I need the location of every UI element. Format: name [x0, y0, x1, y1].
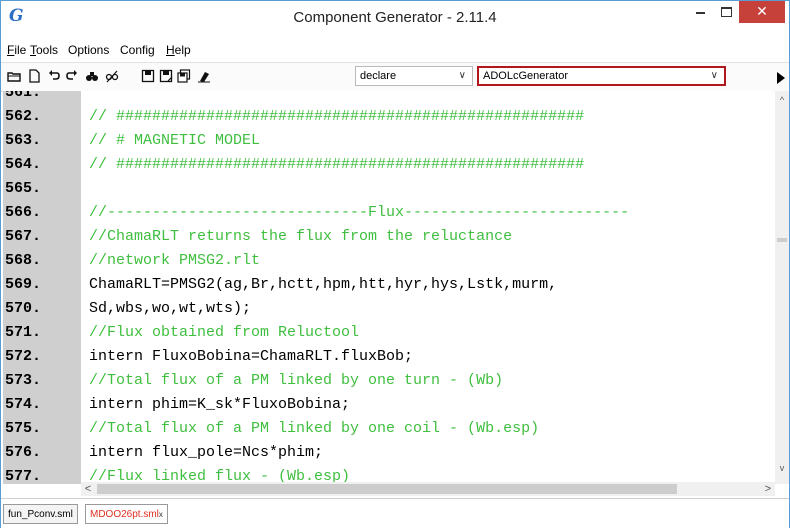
declare-select[interactable]: declare ∨	[355, 66, 473, 86]
line-number: 577.	[5, 468, 42, 484]
code-line[interactable]: 574. intern phim=K_sk*FluxoBobina;	[3, 393, 775, 417]
menu-bar: File Tools Options Config Help	[1, 41, 789, 59]
menu-tools[interactable]: Tools	[30, 43, 58, 57]
code-text: // #####################################…	[89, 108, 585, 125]
title-bar[interactable]: G Component Generator - 2.11.4 ✕	[1, 1, 789, 35]
code-text: // # MAGNETIC MODEL	[89, 132, 261, 149]
code-text: //Flux obtained from Reluctool	[89, 324, 360, 341]
minimize-icon	[695, 11, 705, 14]
code-text: //Total flux of a PM linked by one coil …	[89, 420, 540, 437]
line-number: 565.	[5, 180, 42, 197]
save-icon[interactable]	[141, 69, 155, 83]
code-text: intern phim=K_sk*FluxoBobina;	[89, 396, 351, 413]
scroll-down-icon[interactable]: v	[775, 461, 789, 475]
code-line[interactable]: 565.	[3, 177, 775, 201]
open-icon[interactable]	[7, 69, 21, 83]
code-line[interactable]: 573. //Total flux of a PM linked by one t…	[3, 369, 775, 393]
line-number: 569.	[5, 276, 42, 293]
maximize-button[interactable]	[713, 1, 739, 23]
code-text: //network PMSG2.rlt	[89, 252, 261, 269]
code-line[interactable]: 567. //ChamaRLT returns the flux from the…	[3, 225, 775, 249]
tab-mdoo26pt[interactable]: MDOO26pt.smlx	[85, 504, 168, 524]
line-number: 568.	[5, 252, 42, 269]
line-number: 561.	[5, 91, 42, 101]
minimize-button[interactable]	[687, 1, 713, 23]
run-icon[interactable]	[777, 72, 785, 84]
line-number: 562.	[5, 108, 42, 125]
save-all-icon[interactable]	[177, 69, 191, 83]
horizontal-scroll-thumb[interactable]	[97, 484, 677, 494]
code-editor[interactable]: 561. 562. // #############################…	[3, 91, 775, 484]
scroll-right-icon[interactable]: >	[761, 482, 775, 496]
code-line[interactable]: 572. intern FluxoBobina=ChamaRLT.fluxBob;	[3, 345, 775, 369]
menu-options[interactable]: Options	[68, 43, 109, 57]
vertical-scroll-thumb[interactable]	[777, 238, 787, 242]
close-icon: ✕	[756, 3, 768, 19]
generator-select[interactable]: ADOLcGenerator ∨	[477, 66, 726, 86]
find-icon[interactable]	[85, 69, 99, 83]
code-line[interactable]: 568. //network PMSG2.rlt	[3, 249, 775, 273]
horizontal-scrollbar[interactable]: < >	[81, 482, 775, 496]
generator-select-value: ADOLcGenerator	[483, 70, 568, 82]
code-text: Sd,wbs,wo,wt,wts);	[89, 300, 252, 317]
code-line[interactable]: 564. // #################################…	[3, 153, 775, 177]
code-line[interactable]: 563. // # MAGNETIC MODEL	[3, 129, 775, 153]
undo-icon[interactable]	[47, 69, 61, 83]
chevron-down-icon: ∨	[458, 70, 466, 81]
clear-icon[interactable]	[197, 69, 211, 83]
menu-help[interactable]: Help	[166, 43, 191, 57]
scroll-left-icon[interactable]: <	[81, 482, 95, 496]
toolbar: declare ∨ ADOLcGenerator ∨	[1, 62, 789, 92]
code-line[interactable]: 562. // #################################…	[3, 105, 775, 129]
file-tab-bar: fun_Pconv.sml MDOO26pt.smlx	[1, 498, 789, 528]
line-number: 576.	[5, 444, 42, 461]
vertical-scrollbar[interactable]: ^ v	[775, 91, 789, 484]
line-number: 574.	[5, 396, 42, 413]
find-replace-icon[interactable]	[105, 69, 119, 83]
close-button[interactable]: ✕	[739, 1, 785, 23]
menu-file-label: ile	[14, 43, 27, 57]
window-title: Component Generator - 2.11.4	[293, 9, 497, 26]
code-line[interactable]: 569. ChamaRLT=PMSG2(ag,Br,hctt,hpm,htt,hy…	[3, 273, 775, 297]
menu-help-label: elp	[174, 43, 191, 57]
menu-file[interactable]: File	[7, 43, 26, 57]
tab-label: fun_Pconv.sml	[8, 509, 73, 520]
code-line[interactable]: 570. Sd,wbs,wo,wt,wts);	[3, 297, 775, 321]
code-text: //ChamaRLT returns the flux from the rel…	[89, 228, 513, 245]
scroll-up-icon[interactable]: ^	[775, 93, 789, 107]
line-number: 571.	[5, 324, 42, 341]
code-text: ChamaRLT=PMSG2(ag,Br,hctt,hpm,htt,hyr,hy…	[89, 276, 558, 293]
code-line[interactable]: 575. //Total flux of a PM linked by one c…	[3, 417, 775, 441]
tab-fun-pconv[interactable]: fun_Pconv.sml	[3, 504, 78, 524]
maximize-icon	[720, 6, 732, 17]
line-number: 564.	[5, 156, 42, 173]
code-line[interactable]: 561.	[3, 91, 775, 105]
line-number: 573.	[5, 372, 42, 389]
line-number: 570.	[5, 300, 42, 317]
redo-icon[interactable]	[65, 69, 79, 83]
new-icon[interactable]	[27, 69, 41, 83]
code-text: //Total flux of a PM linked by one turn …	[89, 372, 504, 389]
code-line[interactable]: 566. //-----------------------------Flux-…	[3, 201, 775, 225]
save-as-icon[interactable]	[159, 69, 173, 83]
menu-help-mnemonic: H	[166, 43, 175, 57]
line-number: 566.	[5, 204, 42, 221]
line-number: 567.	[5, 228, 42, 245]
code-text: //-----------------------------Flux-----…	[89, 204, 630, 221]
main-window: G Component Generator - 2.11.4 ✕ File To…	[0, 0, 790, 528]
line-number: 563.	[5, 132, 42, 149]
menu-tools-label: ools	[36, 43, 59, 57]
declare-select-value: declare	[360, 70, 397, 82]
code-text: intern flux_pole=Ncs*phim;	[89, 444, 324, 461]
chevron-down-icon: ∨	[710, 70, 718, 81]
line-number: 575.	[5, 420, 42, 437]
code-line[interactable]: 576. intern flux_pole=Ncs*phim;	[3, 441, 775, 465]
menu-config[interactable]: Config	[120, 43, 155, 57]
code-line[interactable]: 571. //Flux obtained from Reluctool	[3, 321, 775, 345]
code-text: intern FluxoBobina=ChamaRLT.fluxBob;	[89, 348, 414, 365]
tab-label: MDOO26pt.sml	[90, 509, 159, 520]
code-text: // #####################################…	[89, 156, 585, 173]
line-number: 572.	[5, 348, 42, 365]
close-tab-icon[interactable]: x	[159, 510, 163, 519]
